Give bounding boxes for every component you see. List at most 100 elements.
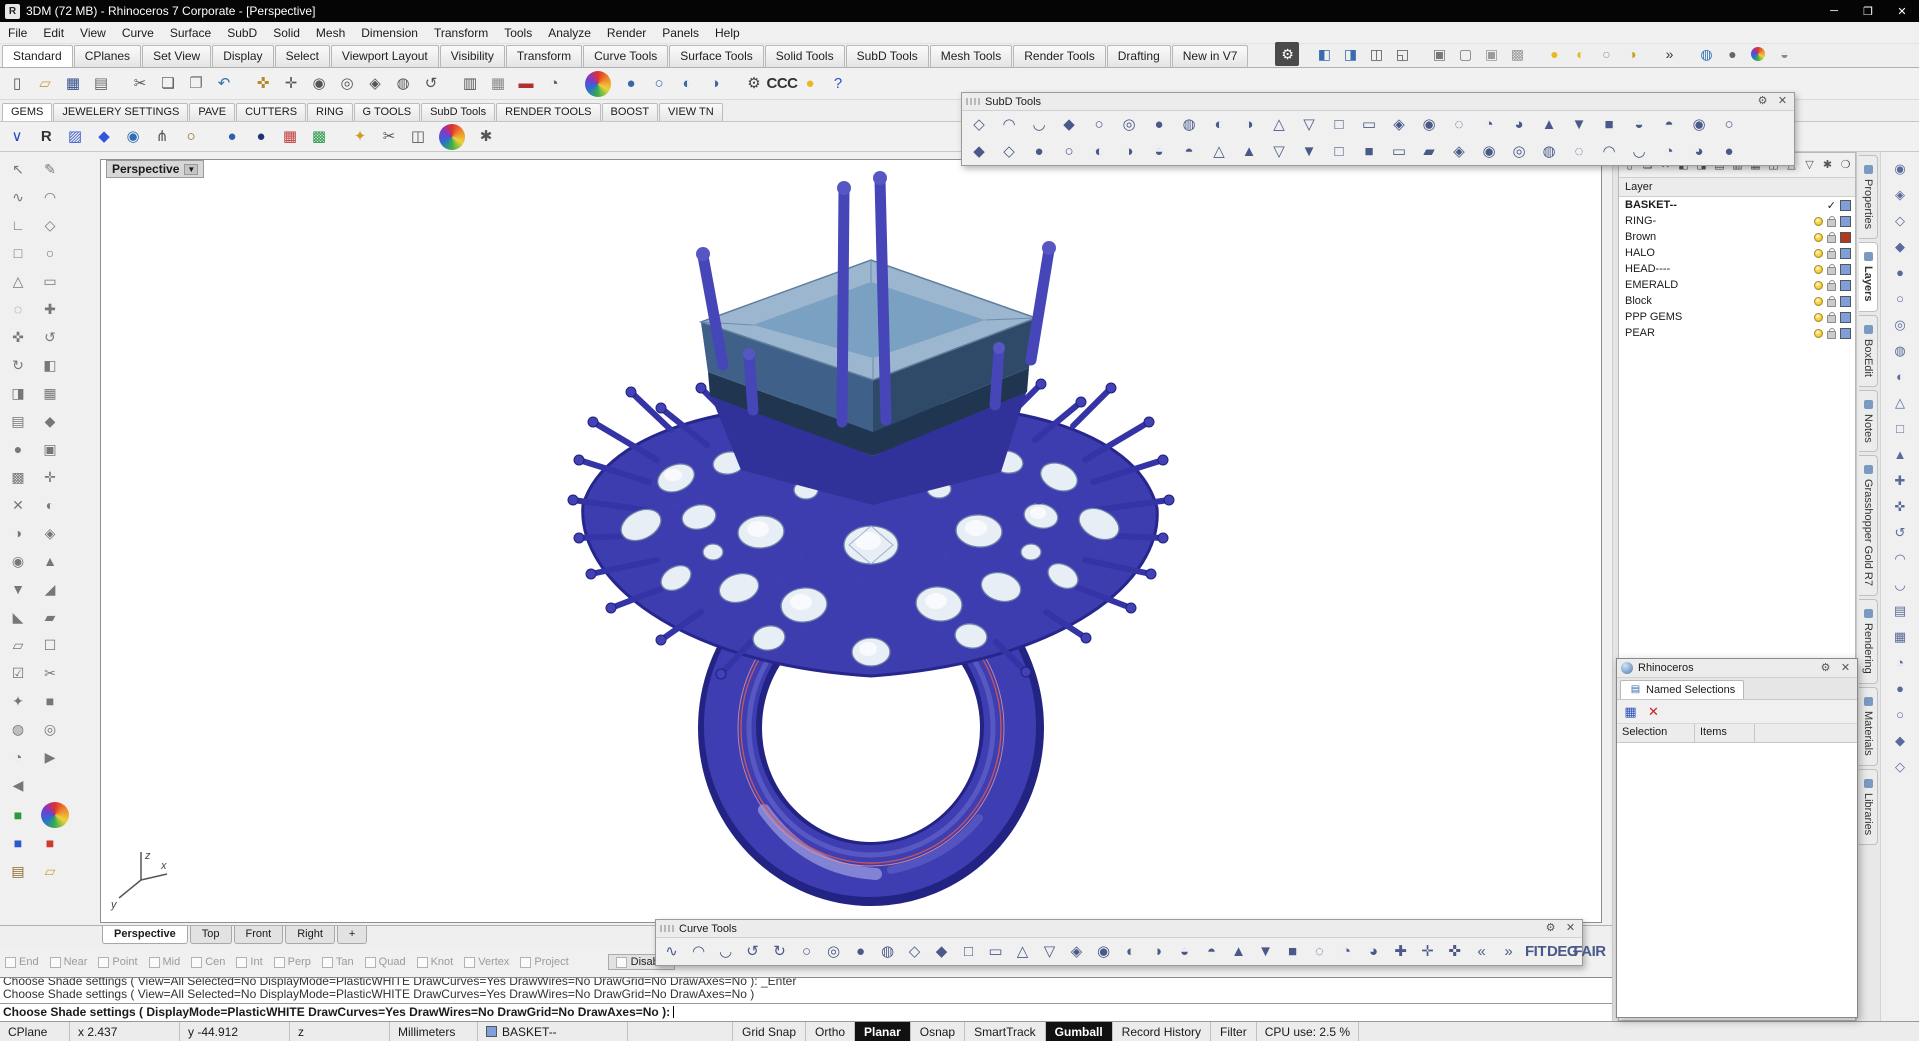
layer-row[interactable]: PPP GEMS <box>1619 309 1855 325</box>
screen-layout-icon[interactable]: ◫ <box>1364 42 1388 66</box>
osnap-cen[interactable]: Cen <box>191 956 225 968</box>
sidebar-tool-icon[interactable]: □ <box>4 240 32 266</box>
panel-toggle-left-icon[interactable]: ◧ <box>1312 42 1336 66</box>
sidebar-tool-icon[interactable]: ▶ <box>36 744 64 770</box>
sidebar-tool-icon[interactable]: ▱ <box>4 632 32 658</box>
command-prompt[interactable]: Choose Shade settings ( DisplayMode=Plas… <box>0 1003 1612 1020</box>
sidebar-tool-icon[interactable]: ◨ <box>4 380 32 406</box>
wireframe-mode-icon[interactable]: ○ <box>646 71 672 97</box>
subd-tool-icon[interactable]: ▲ <box>1235 139 1263 164</box>
curve-tool-icon[interactable]: ↻ <box>767 939 792 964</box>
unlock-objects-icon[interactable]: ▢ <box>1453 42 1477 66</box>
viewport-tab[interactable]: Front <box>233 926 284 944</box>
toolbar-tab[interactable]: Curve Tools <box>583 45 669 67</box>
status-toggle[interactable]: Gumball <box>1045 1022 1113 1041</box>
subd-tool-icon[interactable]: ◈ <box>1385 112 1413 137</box>
render-sphere-icon[interactable] <box>1751 47 1766 61</box>
fair-curve-icon[interactable]: FAIR <box>1573 939 1606 964</box>
drag-grip-icon[interactable] <box>660 925 674 932</box>
curve-tool-icon[interactable]: ◡ <box>713 939 738 964</box>
folder-icon[interactable]: ▱ <box>36 858 64 884</box>
subd-tool-icon[interactable]: ▽ <box>1295 112 1323 137</box>
current-layer-indicator[interactable]: BASKET-- <box>478 1022 628 1041</box>
lightbulb-dim-icon[interactable]: ◑ <box>1620 42 1644 66</box>
units-indicator[interactable]: Millimeters <box>390 1022 478 1041</box>
gem-blue-icon[interactable]: ◆ <box>91 124 117 150</box>
edge-tool-icon[interactable]: ◍ <box>1889 339 1912 362</box>
subd-tool-icon[interactable]: ◍ <box>1175 112 1203 137</box>
lightbulb-tip-icon[interactable]: ● <box>797 71 823 97</box>
subd-tool-icon[interactable]: ▽ <box>1265 139 1293 164</box>
analyze-direction-icon[interactable]: ◔ <box>541 71 567 97</box>
toolbar-tab[interactable]: Standard <box>2 45 73 67</box>
edge-tool-icon[interactable]: ◐ <box>1889 365 1912 388</box>
edge-tool-icon[interactable]: ● <box>1889 677 1912 700</box>
render-ball-icon[interactable] <box>439 123 465 150</box>
layer-visibility-bulb-icon[interactable] <box>1814 264 1823 274</box>
paste-clipboard-icon[interactable]: ❐ <box>183 71 209 97</box>
sidebar-tool-icon[interactable]: ◐ <box>36 492 64 518</box>
settings-tool-icon[interactable]: ✱ <box>473 124 499 150</box>
column-selection[interactable]: Selection <box>1617 724 1695 742</box>
pave-gems-icon[interactable]: ▨ <box>62 124 88 150</box>
subd-palette-titlebar[interactable]: SubD Tools ⚙ ✕ <box>962 93 1794 111</box>
zoom-extents-icon[interactable]: ◈ <box>362 71 388 97</box>
menu-item[interactable]: Edit <box>35 24 72 42</box>
menu-item[interactable]: SubD <box>219 24 265 42</box>
curve-tool-icon[interactable]: ◔ <box>1334 939 1359 964</box>
subd-tool-icon[interactable]: ▼ <box>1295 139 1323 164</box>
menu-item[interactable]: Render <box>599 24 654 42</box>
checkbox-icon[interactable] <box>416 956 428 968</box>
menu-item[interactable]: View <box>72 24 114 42</box>
gem-profile-icon[interactable]: ∨ <box>4 124 30 150</box>
royal-tool-icon[interactable]: R <box>33 124 59 150</box>
curve-tool-icon[interactable]: ○ <box>794 939 819 964</box>
subd-tool-icon[interactable]: ○ <box>1715 112 1743 137</box>
subd-tool-icon[interactable]: ◆ <box>1055 112 1083 137</box>
sidebar-tool-icon[interactable]: ◠ <box>36 184 64 210</box>
cube-red-icon[interactable]: ■ <box>36 830 64 856</box>
subd-tool-icon[interactable]: ▰ <box>1415 139 1443 164</box>
layer-color-swatch[interactable] <box>1840 215 1851 227</box>
custom-tab[interactable]: CUTTERS <box>236 103 307 121</box>
layer-tool-icon[interactable]: ❍ <box>1837 157 1854 174</box>
sidebar-tool-icon[interactable]: △ <box>4 268 32 294</box>
checkbox-icon[interactable] <box>364 956 376 968</box>
layer-visibility-bulb-icon[interactable] <box>1814 328 1823 338</box>
sidebar-tool-icon[interactable]: ▦ <box>36 380 64 406</box>
checkbox-icon[interactable] <box>236 956 248 968</box>
layer-tool-icon[interactable]: ▽ <box>1801 157 1818 174</box>
sidebar-tool-icon[interactable]: ◎ <box>36 716 64 742</box>
curve-tool-icon[interactable]: ◌ <box>1307 939 1332 964</box>
cube-blue-icon[interactable]: ■ <box>4 830 32 856</box>
sidebar-tool-icon[interactable]: ✛ <box>36 464 64 490</box>
osnap-end[interactable]: End <box>5 956 39 968</box>
edge-tool-icon[interactable]: ◈ <box>1889 183 1912 206</box>
ccc-command-icon[interactable]: CCC <box>767 71 799 97</box>
close-button[interactable]: ✕ <box>1885 0 1919 22</box>
checkbox-icon[interactable] <box>615 956 627 968</box>
curve-tool-icon[interactable]: ◉ <box>1091 939 1116 964</box>
side-tab[interactable]: Materials <box>1859 687 1878 766</box>
ghosted-mode-icon[interactable]: ◐ <box>674 71 700 97</box>
lock-objects-icon[interactable]: ▣ <box>1427 42 1451 66</box>
sidebar-tool-icon[interactable]: ▤ <box>4 408 32 434</box>
subd-tool-icon[interactable]: □ <box>1325 112 1353 137</box>
toolbar-tab[interactable]: Transform <box>505 45 583 67</box>
layer-row[interactable]: PEAR <box>1619 325 1855 341</box>
drag-grip-icon[interactable] <box>966 98 980 105</box>
curve-tool-icon[interactable]: ▽ <box>1037 939 1062 964</box>
sidebar-tool-icon[interactable]: ▣ <box>36 436 64 462</box>
open-file-icon[interactable]: ▱ <box>32 71 58 97</box>
sidebar-tool-icon[interactable]: ◆ <box>36 408 64 434</box>
gem-palette-icon[interactable]: ▦ <box>277 124 303 150</box>
curve-tool-icon[interactable]: ▲ <box>1226 939 1251 964</box>
subd-tool-icon[interactable]: ◎ <box>1115 112 1143 137</box>
ring-builder-icon[interactable]: ○ <box>178 124 204 150</box>
menu-item[interactable]: Transform <box>426 24 496 42</box>
curve-tool-icon[interactable]: ◑ <box>1145 939 1170 964</box>
sidebar-tool-icon[interactable]: ▼ <box>4 576 32 602</box>
toolbar-tab[interactable]: Mesh Tools <box>929 45 1013 67</box>
menu-item[interactable]: Dimension <box>353 24 426 42</box>
web-browser-globe-icon[interactable]: ◍ <box>1694 42 1718 66</box>
